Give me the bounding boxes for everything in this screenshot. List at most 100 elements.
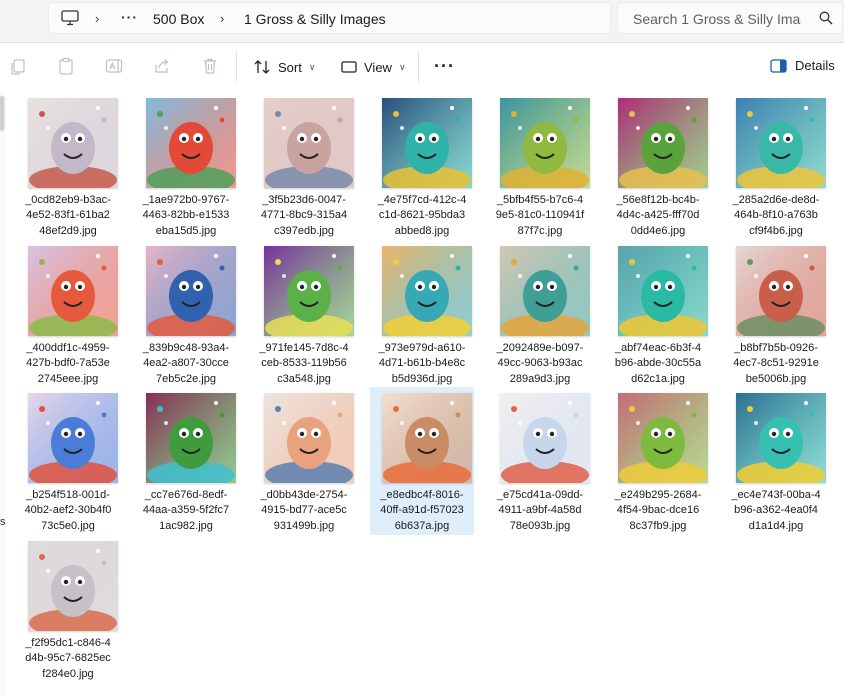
- chevron-right-icon[interactable]: ›: [95, 11, 99, 26]
- rename-icon[interactable]: [105, 57, 123, 75]
- file-item[interactable]: _56e8f12b-bc4b- 4d4c-a425-fff70d 0dd4e6.…: [606, 92, 710, 240]
- file-item[interactable]: _973e979d-a610- 4d71-b61b-b4e8c b5d936d.…: [370, 240, 474, 388]
- image-thumbnail[interactable]: [264, 246, 354, 336]
- image-thumbnail-art: [264, 246, 354, 336]
- file-name: _2092489e-b097- 49cc-9063-b93ac 289a9d3.…: [496, 342, 584, 385]
- file-name: _971fe145-7d8c-4 ceb-8533-119b56 c3a548.…: [259, 342, 349, 385]
- file-item[interactable]: _5bfb4f55-b7c6-4 9e5-81c0-110941f 87f7c.…: [488, 92, 592, 240]
- file-item[interactable]: _e8edbc4f-8016- 40ff-a91d-f57023 6b637a.…: [370, 387, 474, 535]
- image-thumbnail-art: [736, 393, 826, 483]
- image-thumbnail[interactable]: [500, 246, 590, 336]
- file-name: _ec4e743f-00ba-4 b96-a362-4ea0f4 d1a1d4.…: [731, 489, 821, 532]
- image-thumbnail-art: [736, 98, 826, 188]
- file-name: _400ddf1c-4959- 427b-bdf0-7a53e 2745eee.…: [26, 342, 110, 385]
- file-item[interactable]: _d0bb43de-2754- 4915-bd77-ace5c 931499b.…: [252, 387, 356, 535]
- file-item[interactable]: _b254f518-001d- 40b2-aef2-30b4f0 73c5e0.…: [16, 387, 120, 535]
- image-thumbnail[interactable]: [736, 98, 826, 188]
- file-item[interactable]: _3f5b23d6-0047- 4771-8bc9-315a4 c397edb.…: [252, 92, 356, 240]
- file-name: _b8bf7b5b-0926- 4ec7-8c51-9291e be5006b.…: [733, 342, 819, 385]
- image-thumbnail-art: [382, 393, 472, 483]
- sort-icon: [254, 60, 270, 74]
- file-name: _f2f95dc1-c846-4 d4b-95c7-6825ec f284e0.…: [25, 637, 111, 680]
- copy-icon[interactable]: [9, 57, 27, 75]
- file-name: _e249b295-2684- 4f54-9bac-dce16 8c37fb9.…: [614, 489, 702, 532]
- file-name: _56e8f12b-bc4b- 4d4c-a425-fff70d 0dd4e6.…: [616, 194, 700, 237]
- file-item[interactable]: _ec4e743f-00ba-4 b96-a362-4ea0f4 d1a1d4.…: [724, 387, 828, 535]
- file-item[interactable]: _839b9c48-93a4- 4ea2-a807-30cce 7eb5c2e.…: [134, 240, 238, 388]
- breadcrumb-item-current-folder[interactable]: 1 Gross & Silly Images: [244, 11, 386, 27]
- search-input[interactable]: Search 1 Gross & Silly Images: [633, 11, 801, 27]
- chevron-down-icon: ∨: [398, 61, 406, 72]
- details-pane-button[interactable]: Details: [770, 58, 835, 73]
- address-bar[interactable]: › ··· 500 Box › 1 Gross & Silly Images: [48, 2, 611, 34]
- image-thumbnail-art: [28, 541, 118, 631]
- image-thumbnail-art: [618, 98, 708, 188]
- image-thumbnail[interactable]: [264, 98, 354, 188]
- file-grid: _0cd82eb9-b3ac- 4e52-83f1-61ba2 48ef2d9.…: [0, 92, 844, 696]
- image-thumbnail-art: [28, 246, 118, 336]
- file-name: _839b9c48-93a4- 4ea2-a807-30cce 7eb5c2e.…: [142, 342, 230, 385]
- image-thumbnail-art: [500, 98, 590, 188]
- view-button[interactable]: View ∨: [341, 56, 406, 78]
- share-icon[interactable]: [153, 57, 171, 75]
- image-thumbnail[interactable]: [382, 98, 472, 188]
- delete-icon[interactable]: [201, 57, 219, 75]
- image-thumbnail[interactable]: [618, 393, 708, 483]
- file-item[interactable]: _971fe145-7d8c-4 ceb-8533-119b56 c3a548.…: [252, 240, 356, 388]
- file-item[interactable]: _e249b295-2684- 4f54-9bac-dce16 8c37fb9.…: [606, 387, 710, 535]
- file-name: _5bfb4f55-b7c6-4 9e5-81c0-110941f 87f7c.…: [495, 194, 585, 237]
- image-thumbnail-art: [618, 393, 708, 483]
- file-item[interactable]: _4e75f7cd-412c-4 c1d-8621-95bda3 abbed8.…: [370, 92, 474, 240]
- image-thumbnail[interactable]: [146, 246, 236, 336]
- address-bar-row: › ··· 500 Box › 1 Gross & Silly Images S…: [0, 0, 844, 43]
- image-thumbnail-art: [146, 246, 236, 336]
- file-item[interactable]: _1ae972b0-9767- 4463-82bb-e1533 eba15d5.…: [134, 92, 238, 240]
- image-thumbnail-art: [500, 246, 590, 336]
- image-thumbnail[interactable]: [618, 246, 708, 336]
- file-item[interactable]: _400ddf1c-4959- 427b-bdf0-7a53e 2745eee.…: [16, 240, 120, 388]
- file-name: _285a2d6e-de8d- 464b-8f10-a763b cf9f4b6.…: [732, 194, 820, 237]
- more-options-button[interactable]: ···: [434, 56, 455, 77]
- this-pc-icon[interactable]: [61, 10, 79, 26]
- file-item[interactable]: _cc7e676d-8edf- 44aa-a359-5f2fc7 1ac982.…: [134, 387, 238, 535]
- image-thumbnail[interactable]: [736, 246, 826, 336]
- sort-button[interactable]: Sort ∨: [253, 56, 315, 78]
- file-name: _e8edbc4f-8016- 40ff-a91d-f57023 6b637a.…: [380, 489, 464, 532]
- image-thumbnail[interactable]: [500, 393, 590, 483]
- file-item[interactable]: _e75cd41a-09dd- 4911-a9bf-4a58d 78e093b.…: [488, 387, 592, 535]
- image-thumbnail-art: [618, 246, 708, 336]
- command-bar: Sort ∨ View ∨ ··· Details: [0, 43, 844, 91]
- file-name: _973e979d-a610- 4d71-b61b-b4e8c b5d936d.…: [378, 342, 466, 385]
- file-item[interactable]: _f2f95dc1-c846-4 d4b-95c7-6825ec f284e0.…: [16, 535, 120, 683]
- file-item[interactable]: _abf74eac-6b3f-4 b96-abde-30c55a d62c1a.…: [606, 240, 710, 388]
- chevron-right-icon[interactable]: ›: [220, 11, 224, 26]
- image-thumbnail[interactable]: [146, 98, 236, 188]
- image-thumbnail[interactable]: [146, 393, 236, 483]
- image-thumbnail-art: [146, 393, 236, 483]
- image-thumbnail[interactable]: [28, 98, 118, 188]
- breadcrumb-overflow-button[interactable]: ···: [121, 9, 138, 25]
- image-thumbnail[interactable]: [382, 393, 472, 483]
- image-thumbnail[interactable]: [264, 393, 354, 483]
- image-thumbnail[interactable]: [28, 393, 118, 483]
- image-thumbnail[interactable]: [28, 246, 118, 336]
- search-icon[interactable]: [819, 11, 833, 25]
- image-thumbnail[interactable]: [382, 246, 472, 336]
- file-item[interactable]: _2092489e-b097- 49cc-9063-b93ac 289a9d3.…: [488, 240, 592, 388]
- file-item[interactable]: _285a2d6e-de8d- 464b-8f10-a763b cf9f4b6.…: [724, 92, 828, 240]
- image-thumbnail-art: [264, 98, 354, 188]
- file-item[interactable]: _0cd82eb9-b3ac- 4e52-83f1-61ba2 48ef2d9.…: [16, 92, 120, 240]
- file-item[interactable]: _b8bf7b5b-0926- 4ec7-8c51-9291e be5006b.…: [724, 240, 828, 388]
- image-thumbnail[interactable]: [28, 541, 118, 631]
- search-box[interactable]: Search 1 Gross & Silly Images: [617, 2, 843, 34]
- details-label: Details: [795, 58, 835, 73]
- file-name: _0cd82eb9-b3ac- 4e52-83f1-61ba2 48ef2d9.…: [25, 194, 111, 237]
- file-name: _b254f518-001d- 40b2-aef2-30b4f0 73c5e0.…: [24, 489, 112, 532]
- image-thumbnail[interactable]: [500, 98, 590, 188]
- paste-icon[interactable]: [57, 57, 75, 75]
- breadcrumb-item-500-box[interactable]: 500 Box: [153, 11, 204, 27]
- toolbar-divider: [236, 52, 237, 82]
- image-thumbnail[interactable]: [618, 98, 708, 188]
- image-thumbnail[interactable]: [736, 393, 826, 483]
- file-name: _4e75f7cd-412c-4 c1d-8621-95bda3 abbed8.…: [377, 194, 467, 237]
